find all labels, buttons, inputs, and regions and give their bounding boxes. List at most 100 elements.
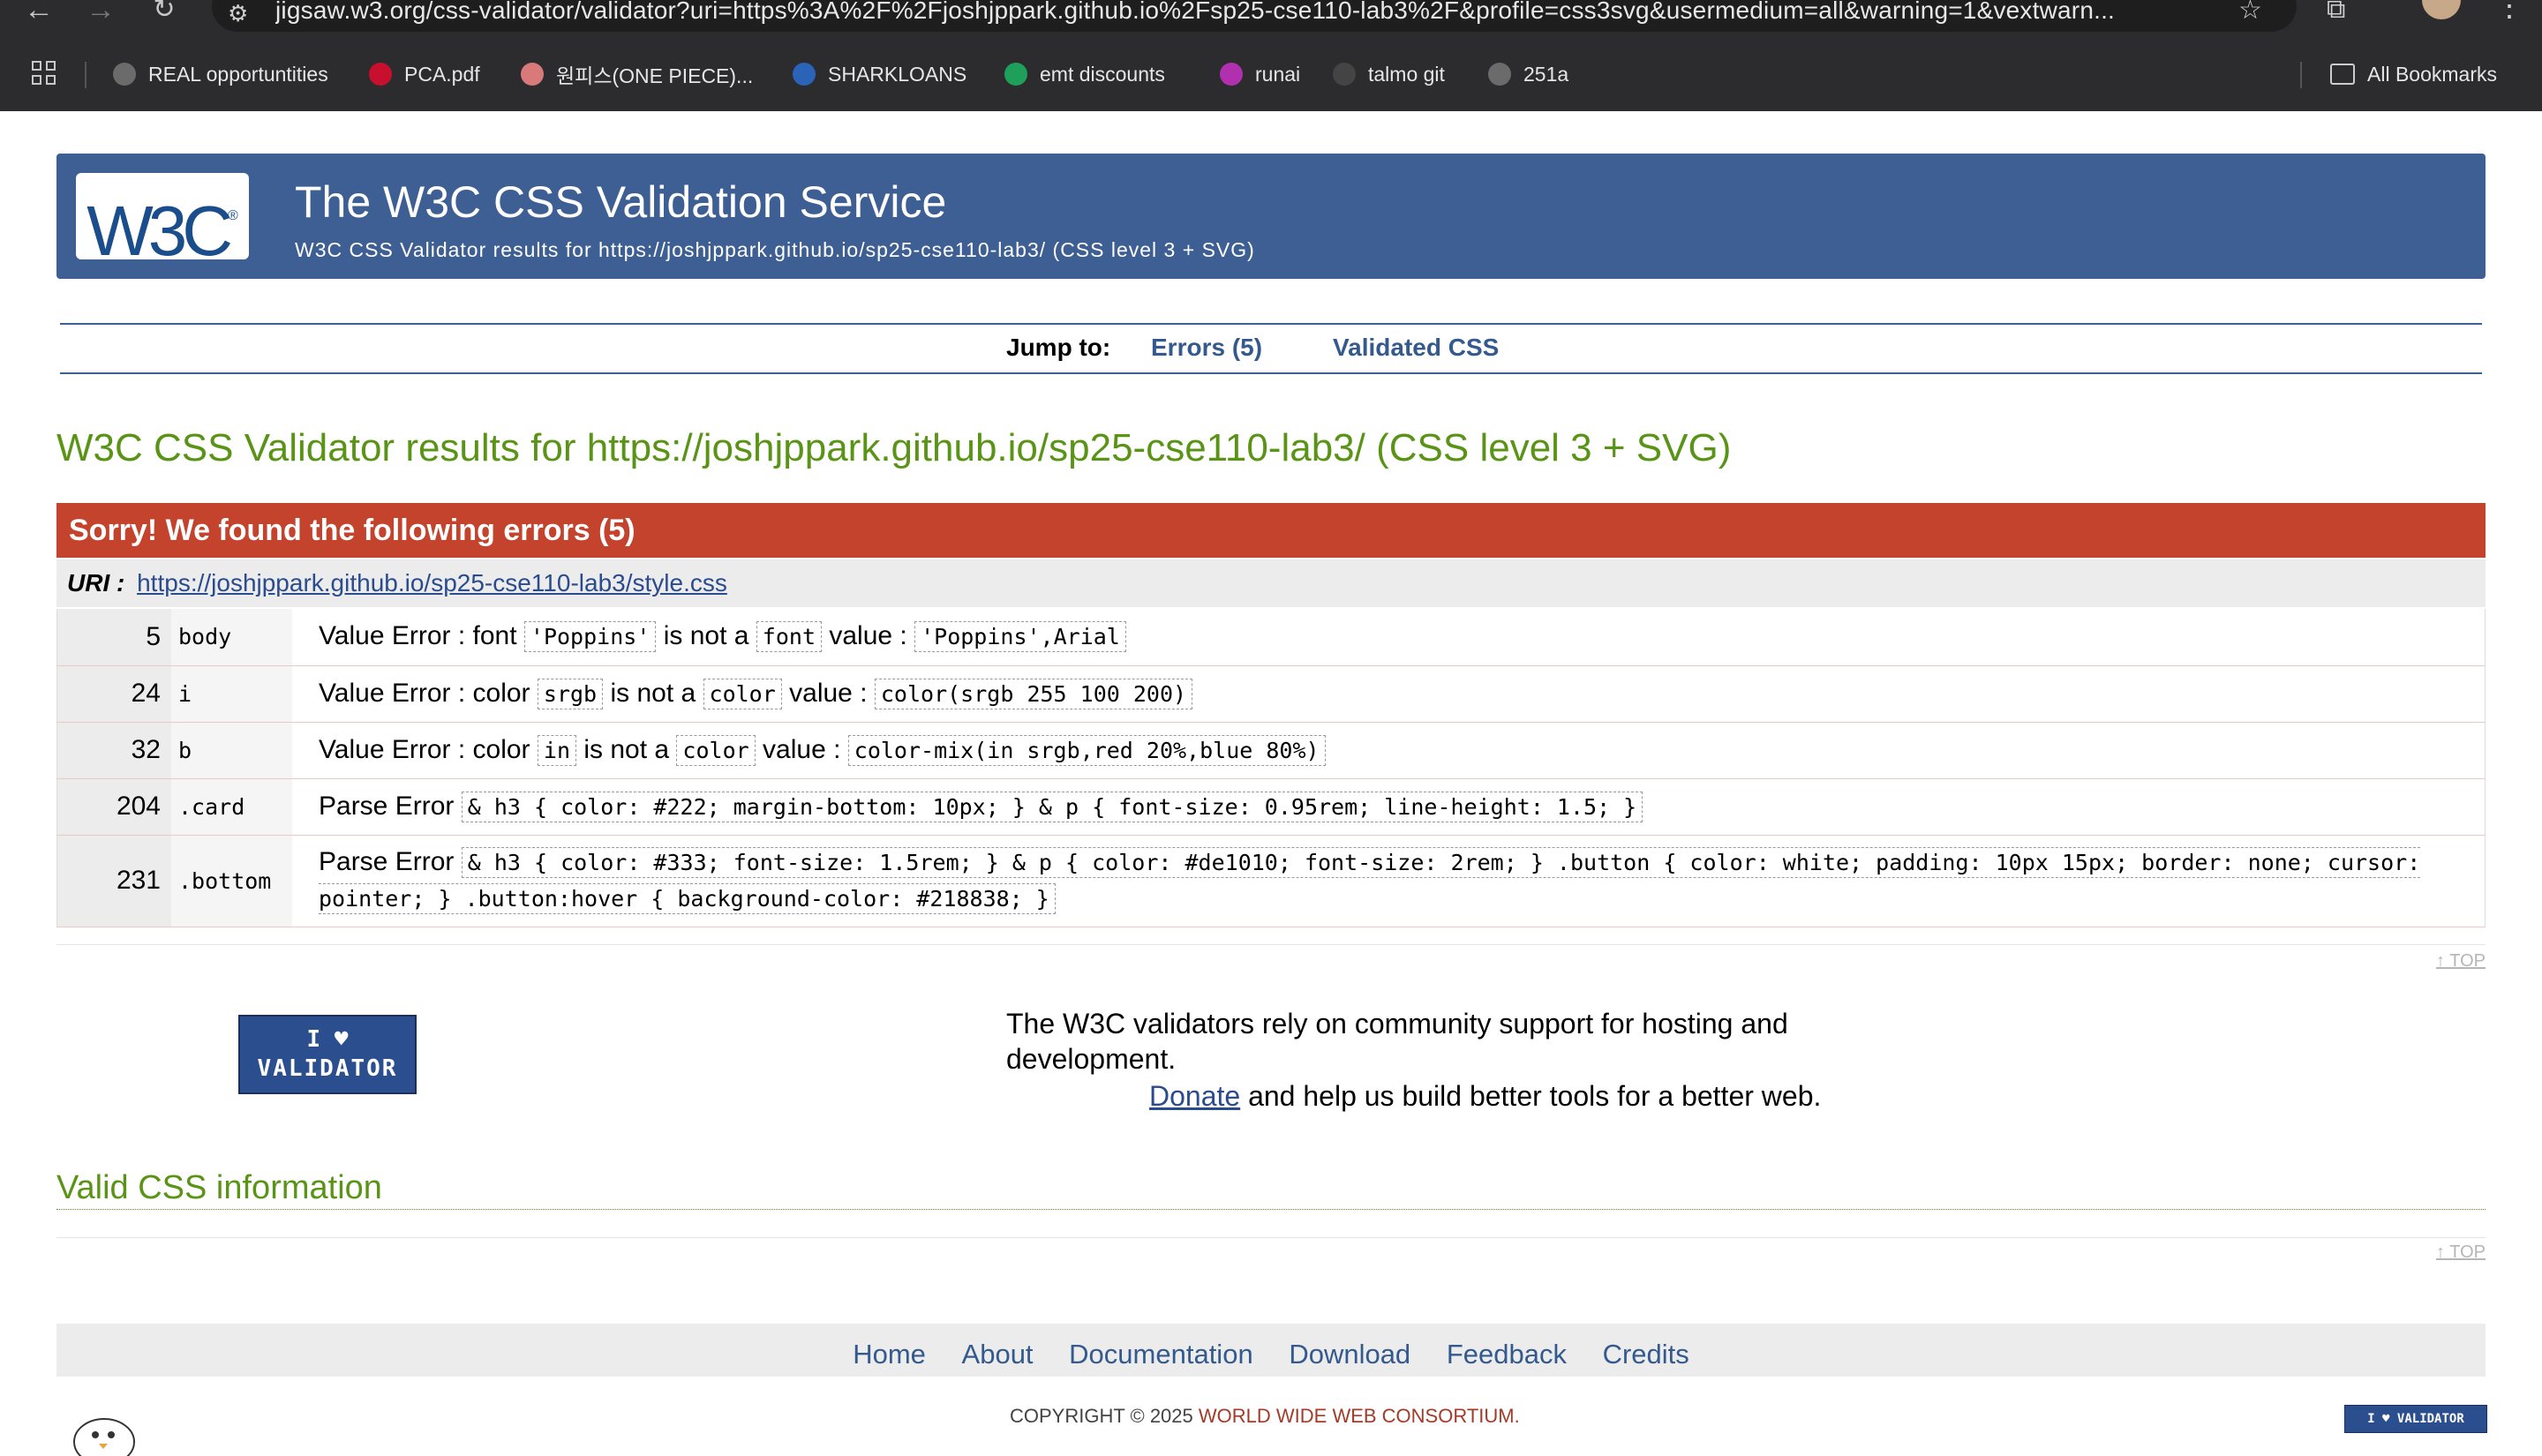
extensions-icon[interactable]: ⧉	[2327, 0, 2358, 23]
error-context: b	[171, 722, 292, 779]
stylesheet-uri-link[interactable]: https://joshjppark.github.io/sp25-cse110…	[137, 569, 727, 597]
error-row: 231 .bottom Parse Error & h3 { color: #333…	[56, 835, 2486, 927]
error-text: is not a	[583, 734, 670, 764]
menu-icon[interactable]: ⋮	[2494, 0, 2524, 21]
bookmark-item[interactable]: talmo git	[1333, 56, 1445, 92]
error-line-number: 32	[56, 722, 171, 779]
bookmarks-bar: REAL opportuntities PCA.pdf 원피스(ONE PIECE)…	[0, 56, 2542, 92]
error-text: value :	[789, 678, 868, 708]
uri-row: URI : https://joshjppark.github.io/sp25-…	[56, 559, 2486, 607]
footer-validator-badge[interactable]: I ♥ VALIDATOR	[2344, 1405, 2487, 1433]
cart-icon	[1004, 63, 1027, 86]
bookmark-label: 251a	[1523, 62, 1569, 86]
forward-icon[interactable]: →	[83, 0, 118, 25]
u-shield-icon	[369, 63, 392, 86]
jump-to-label: Jump to:	[1006, 334, 1111, 361]
bookmark-item[interactable]: 원피스(ONE PIECE)...	[521, 56, 753, 92]
donate-line: Donate and help us build better tools fo…	[1149, 1078, 1821, 1114]
error-message: Parse Error & h3 { color: #333; font-siz…	[292, 835, 2486, 927]
bookmark-item[interactable]: emt discounts	[1004, 56, 1165, 92]
bookmark-label: runai	[1255, 62, 1301, 86]
all-bookmarks[interactable]: All Bookmarks	[2330, 56, 2497, 92]
error-type: Value Error :	[319, 734, 466, 764]
profile-avatar[interactable]	[2422, 0, 2461, 19]
footer-documentation-link[interactable]: Documentation	[1069, 1339, 1253, 1370]
badge-validator-text: VALIDATOR	[257, 1055, 398, 1082]
footer-credits-link[interactable]: Credits	[1603, 1339, 1689, 1370]
bookmark-label: REAL opportuntities	[148, 62, 328, 86]
bookmark-item[interactable]: SHARKLOANS	[793, 56, 966, 92]
github-icon	[1333, 63, 1356, 86]
error-type: Value Error :	[319, 621, 466, 651]
site-settings-icon[interactable]: ⚙	[228, 0, 254, 26]
bookmark-item[interactable]: REAL opportuntities	[113, 56, 328, 92]
flower-icon	[521, 63, 544, 86]
jump-errors-link[interactable]: Errors (5)	[1151, 334, 1262, 362]
error-context: body	[171, 609, 292, 666]
address-bar[interactable]: ⚙ jigsaw.w3.org/css-validator/validator?…	[212, 0, 2297, 32]
error-row: 5 body Value Error : font 'Poppins' is not…	[56, 609, 2486, 666]
browser-chrome: ← → ↻ ⚙ jigsaw.w3.org/css-validator/vali…	[0, 0, 2542, 111]
error-line-number: 24	[56, 665, 171, 723]
bookmark-label: emt discounts	[1040, 62, 1165, 86]
bookmark-item[interactable]: PCA.pdf	[369, 56, 480, 92]
bookmark-star-icon[interactable]: ☆	[2238, 0, 2262, 25]
apps-icon[interactable]	[32, 61, 58, 87]
error-code-snippet: 'Poppins',Arial	[914, 621, 1126, 653]
globe-icon	[113, 63, 136, 86]
error-code-snippet: in	[537, 734, 576, 766]
results-heading: W3C CSS Validator results for https://jo…	[56, 426, 1732, 469]
divider	[56, 944, 2486, 945]
back-to-top-link[interactable]: ↑ TOP	[2436, 951, 2486, 972]
globe-icon	[1488, 63, 1511, 86]
error-code-snippet: color-mix(in srgb,red 20%,blue 80%)	[847, 734, 1326, 766]
footer-home-link[interactable]: Home	[853, 1339, 926, 1370]
error-message: Value Error : color in is not a color va…	[292, 722, 2486, 779]
support-text: The W3C validators rely on community sup…	[1006, 1008, 1788, 1075]
footer-download-link[interactable]: Download	[1289, 1339, 1410, 1370]
error-text: is not a	[610, 678, 696, 708]
bookmark-item[interactable]: runai	[1220, 56, 1300, 92]
error-context: i	[171, 665, 292, 723]
donate-rest-text: and help us build better tools for a bet…	[1240, 1080, 1822, 1112]
back-to-top-link[interactable]: ↑ TOP	[2436, 1242, 2486, 1263]
folder-icon	[2330, 64, 2355, 85]
w3c-banner: W3C® The W3C CSS Validation Service W3C …	[56, 154, 2486, 279]
w3c-logo[interactable]: W3C®	[76, 173, 249, 270]
error-context: .card	[171, 778, 292, 836]
bookmark-label: PCA.pdf	[404, 62, 480, 86]
all-bookmarks-label: All Bookmarks	[2367, 62, 2497, 86]
banner-title: The W3C CSS Validation Service	[295, 177, 947, 227]
error-code-snippet: color(srgb 255 100 200)	[874, 678, 1193, 709]
error-text: font	[472, 621, 517, 651]
w3c-logo-text: W3C	[86, 191, 233, 270]
error-code-snippet: color	[676, 734, 756, 766]
bookmark-item[interactable]: 251a	[1488, 56, 1568, 92]
url-text[interactable]: jigsaw.w3.org/css-validator/validator?ur…	[275, 0, 2217, 25]
footer-feedback-link[interactable]: Feedback	[1447, 1339, 1567, 1370]
dot-icon	[1220, 63, 1243, 86]
error-type: Parse Error	[319, 791, 455, 821]
error-line-number: 5	[56, 609, 171, 666]
footer-about-link[interactable]: About	[962, 1339, 1034, 1370]
bookmark-label: talmo git	[1368, 62, 1445, 86]
i-love-validator-badge[interactable]: I ♥ VALIDATOR	[238, 1015, 417, 1094]
copyright-org-link[interactable]: WORLD WIDE WEB CONSORTIUM.	[1199, 1405, 1520, 1427]
error-code-snippet: 'Poppins'	[523, 621, 657, 653]
donate-link[interactable]: Donate	[1149, 1080, 1240, 1112]
banner-subtitle: W3C CSS Validator results for https://jo…	[295, 238, 1255, 261]
error-context: .bottom	[171, 835, 292, 927]
jump-validated-css-link[interactable]: Validated CSS	[1333, 334, 1499, 362]
error-message: Parse Error & h3 { color: #222; margin-b…	[292, 778, 2486, 836]
reload-icon[interactable]: ↻	[147, 0, 182, 23]
error-type: Parse Error	[319, 847, 455, 876]
error-text: color	[472, 678, 530, 708]
back-icon[interactable]: ←	[21, 0, 56, 25]
uri-label: URI :	[67, 569, 125, 597]
error-text: value :	[763, 734, 841, 764]
error-row: 24 i Value Error : color srgb is not a col…	[56, 665, 2486, 723]
error-code-snippet: font	[756, 621, 823, 653]
errors-table: 5 body Value Error : font 'Poppins' is not…	[56, 609, 2486, 927]
errors-header: Sorry! We found the following errors (5)	[56, 503, 2486, 558]
bookmarks-separator	[85, 62, 86, 88]
